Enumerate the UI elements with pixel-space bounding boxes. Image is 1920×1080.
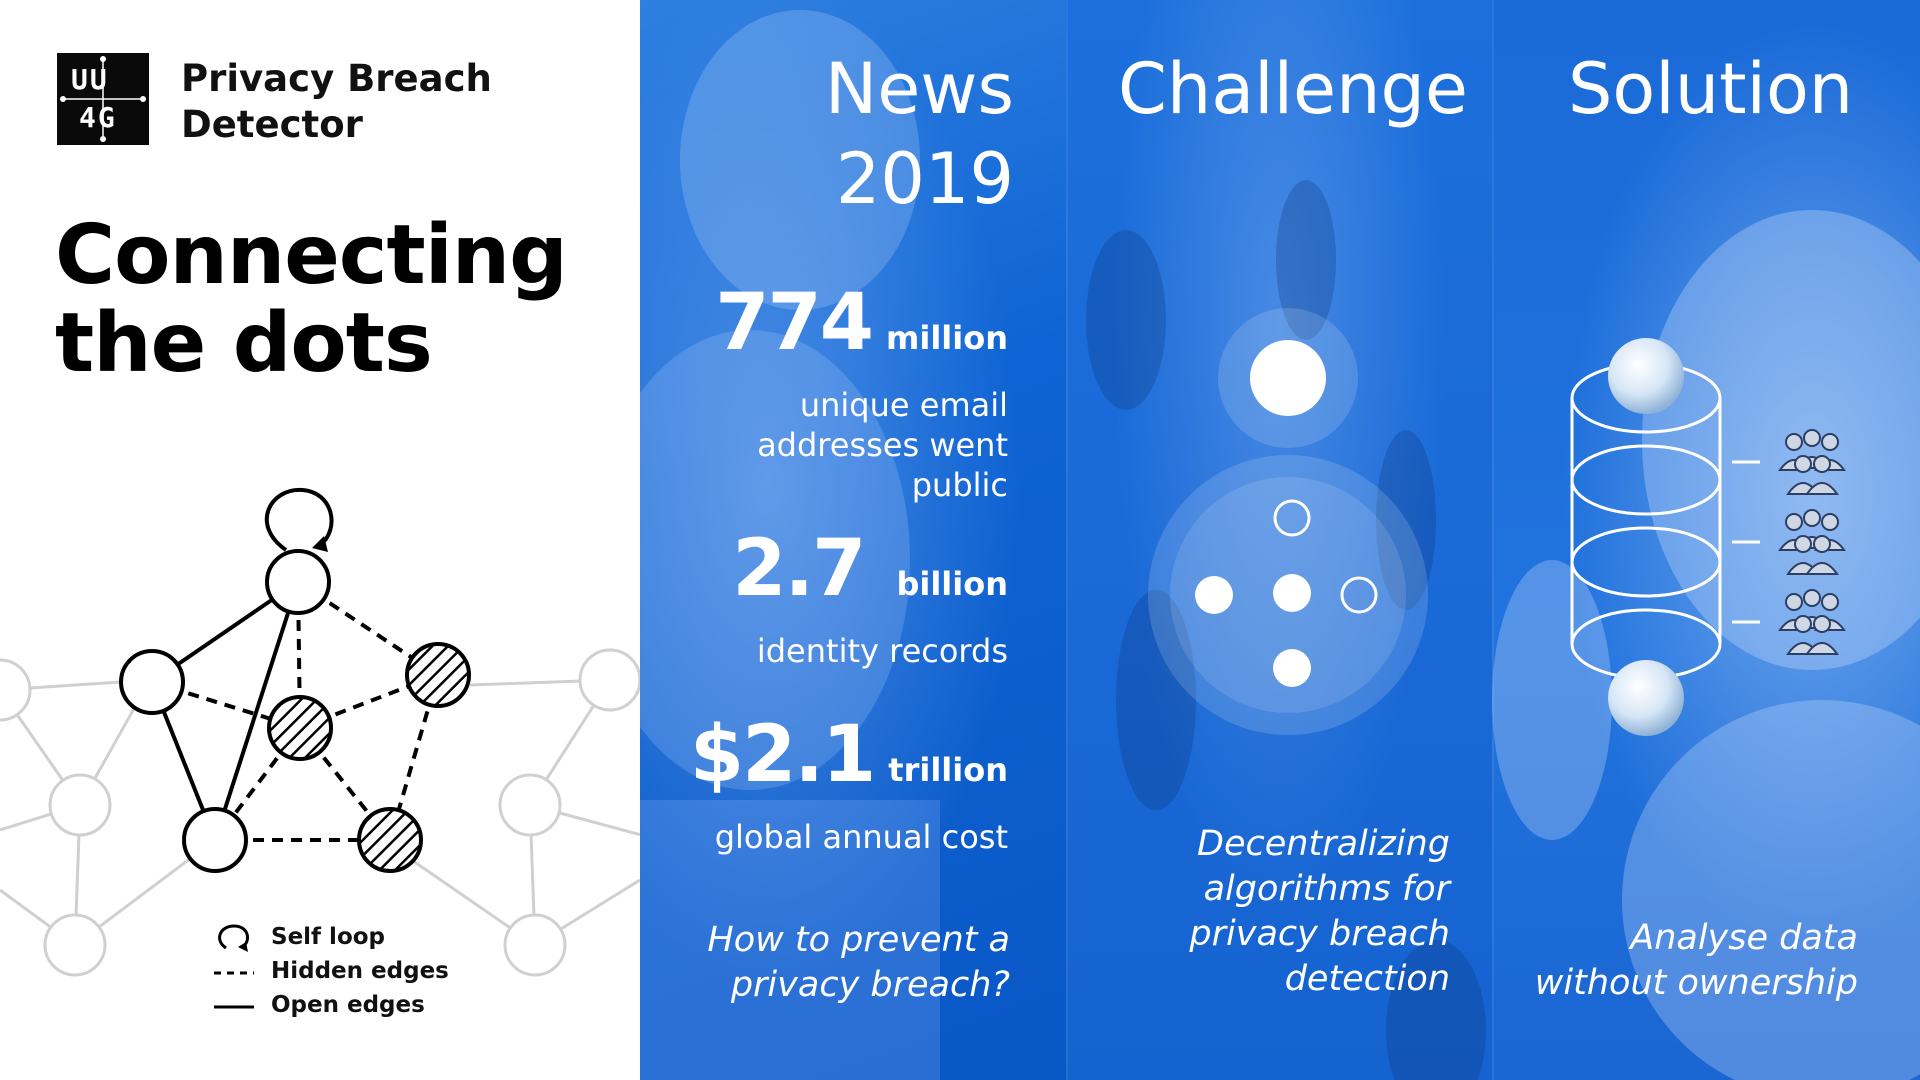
headline: Connecting the dots <box>55 208 568 391</box>
bg-node <box>43 913 107 977</box>
solution-caption: Analyse data without ownership <box>1535 916 1858 1006</box>
graph-node-hidden <box>267 695 333 761</box>
legend-hidden-edges-label: Hidden edges <box>271 958 449 984</box>
stat-emails-desc-3: public <box>911 466 1008 504</box>
stat-identity-value: 2.7 <box>732 524 866 614</box>
challenge-caption-line3: privacy breach <box>1189 914 1450 954</box>
news-question-line1: How to prevent a <box>707 920 1010 960</box>
bg-node <box>498 773 562 837</box>
left-panel: UU 4G Privacy Breach Detector Connecting… <box>0 0 640 1080</box>
challenge-caption-line4: detection <box>1284 959 1450 999</box>
stat-identity: 2.7 billion identity records <box>732 528 1008 671</box>
news-title-line1: News <box>824 48 1014 130</box>
challenge-caption: Decentralizing algorithms for privacy br… <box>1189 822 1450 1002</box>
brand-title-line1: Privacy Breach <box>181 57 492 100</box>
solution-caption-line1: Analyse data <box>1630 918 1858 958</box>
peer-node-icon <box>1273 649 1311 687</box>
logo-text-top: UU <box>71 63 109 96</box>
graph-node-open <box>265 549 331 615</box>
stat-identity-unit: billion <box>896 565 1008 603</box>
logo-text-bottom: 4G <box>79 101 117 134</box>
headline-line1: Connecting <box>55 208 568 303</box>
solution-title: Solution <box>1568 48 1854 130</box>
challenge-caption-line1: Decentralizing <box>1197 824 1450 864</box>
news-title-line2: 2019 <box>835 138 1014 220</box>
news-question: How to prevent a privacy breach? <box>707 918 1010 1008</box>
peer-node-icon <box>1195 576 1233 614</box>
solid-line-icon <box>214 1005 254 1009</box>
brand-title: Privacy Breach Detector <box>181 56 492 148</box>
stat-emails-desc-1: unique email <box>799 386 1008 424</box>
bg-node <box>503 913 567 977</box>
user-group-icon <box>1778 589 1846 655</box>
stat-cost-value: $2.1 <box>689 710 876 800</box>
top-sphere-icon <box>1608 338 1684 414</box>
bg-node <box>578 648 640 712</box>
uu4g-logo: UU 4G <box>57 53 149 145</box>
bottom-sphere-icon <box>1608 660 1684 736</box>
legend-self-loop-label: Self loop <box>271 924 386 950</box>
stat-identity-desc-1: identity records <box>756 632 1008 670</box>
stat-emails-unit: million <box>886 319 1008 357</box>
peer-node-icon <box>1273 574 1311 612</box>
challenge-panel: Challenge Decentralizing algorithms for … <box>1066 0 1492 1080</box>
stat-cost: $2.1 trillion global annual cost <box>690 714 1008 857</box>
stat-cost-desc-1: global annual cost <box>714 818 1008 856</box>
graph-node-hidden <box>405 642 471 708</box>
panel-divider <box>1066 0 1068 1080</box>
data-cylinder-diagram <box>1570 338 1846 736</box>
news-question-line2: privacy breach? <box>730 965 1010 1005</box>
user-group-icon <box>1778 509 1846 575</box>
challenge-title: Challenge <box>1118 48 1468 130</box>
bg-node <box>0 658 32 722</box>
news-panel: News 2019 774 million unique email addres… <box>640 0 1066 1080</box>
bg-node <box>48 773 112 837</box>
user-group-icon <box>1778 429 1846 495</box>
challenge-caption-line2: algorithms for <box>1203 869 1450 909</box>
stat-emails-value: 774 <box>715 278 874 368</box>
brand-title-line2: Detector <box>181 103 363 146</box>
solution-caption-line2: without ownership <box>1534 963 1858 1003</box>
graph-node-hidden <box>357 807 423 873</box>
panel-divider <box>1492 0 1494 1080</box>
dashed-line-icon <box>214 971 254 975</box>
stat-cost-unit: trillion <box>888 751 1008 789</box>
stat-emails-desc-2: addresses went <box>757 426 1008 464</box>
graph-node-open <box>182 807 248 873</box>
decentralized-nodes-diagram <box>1148 308 1428 735</box>
legend-open-edges-label: Open edges <box>271 992 425 1018</box>
stat-emails: 774 million unique email addresses went p… <box>715 282 1008 505</box>
self-loop-legend-icon <box>218 924 250 952</box>
graph-node-open <box>119 649 185 715</box>
central-node-icon <box>1250 340 1326 416</box>
solution-panel: Solution Analyse data without ownership <box>1492 0 1920 1080</box>
headline-line2: the dots <box>55 296 433 391</box>
